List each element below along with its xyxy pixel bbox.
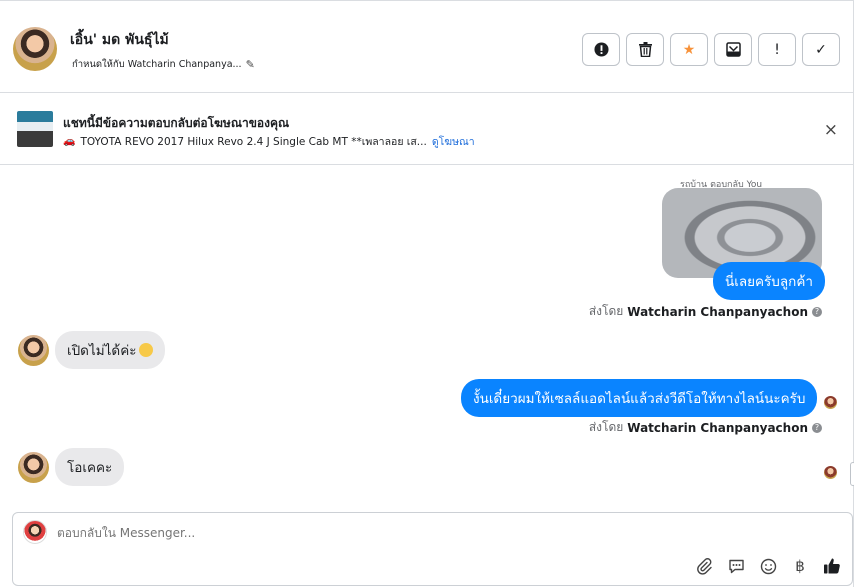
sent-by-label: ส่งโดย Watcharin Chanpanyachon ? xyxy=(589,418,822,437)
contact-avatar[interactable] xyxy=(13,27,57,71)
exclamation-icon: ! xyxy=(774,41,780,58)
sent-by-prefix: ส่งโดย xyxy=(588,304,624,318)
reply-composer: ฿ xyxy=(12,512,853,586)
view-ad-link[interactable]: ดูโฆษณา xyxy=(432,133,475,150)
composer-tools: ฿ xyxy=(694,556,842,576)
thumbs-up-icon[interactable] xyxy=(822,556,842,576)
seen-avatar xyxy=(824,396,837,409)
message-bubble-incoming[interactable]: โอเคคะ xyxy=(55,448,125,486)
check-icon: ✓ xyxy=(815,41,827,58)
alert-circle-icon xyxy=(593,42,609,57)
header-actions: ★ ! ✓ xyxy=(582,33,840,66)
ad-banner-title: แชทนี้มีข้อความตอบกลับต่อโฆษณาของคุณ xyxy=(63,116,290,130)
ad-description: TOYOTA REVO 2017 Hilux Revo 2.4 J Single… xyxy=(80,136,427,148)
message-bubble-outgoing[interactable]: นี่เลยครับลูกค้า xyxy=(713,262,825,300)
baht-icon[interactable]: ฿ xyxy=(790,556,810,576)
scrollbar-handle[interactable] xyxy=(850,462,854,486)
sent-by-label: ส่งโดย Watcharin Chanpanyachon ? xyxy=(589,302,822,321)
message-bubble-incoming[interactable]: เปิดไม่ได้ค่ะ xyxy=(55,331,166,369)
seen-avatar xyxy=(824,466,837,479)
sent-by-name: Watcharin Chanpanyachon xyxy=(627,420,808,435)
conversation-header: เอิ้น' มด พันธุ์ไม้ กำหนดให้กับ Watchari… xyxy=(0,0,854,93)
assigned-to[interactable]: กำหนดให้กับ Watcharin Chanpanya... ✎ xyxy=(72,57,255,72)
star-icon: ★ xyxy=(682,41,696,58)
help-icon[interactable]: ? xyxy=(812,422,822,433)
delete-button[interactable] xyxy=(626,33,664,66)
paperclip-icon[interactable] xyxy=(694,556,714,576)
smiley-icon[interactable] xyxy=(758,556,778,576)
message-bubble-outgoing[interactable]: งั้นเดี๋ยวผมให้เซลล์แอดไลน์แล้วส่งวีดีโอ… xyxy=(461,379,818,417)
car-icon: 🚗 xyxy=(63,136,76,147)
archive-button[interactable] xyxy=(714,33,752,66)
ad-banner-subtitle: 🚗 TOYOTA REVO 2017 Hilux Revo 2.4 J Sing… xyxy=(63,133,475,150)
grin-emoji-icon xyxy=(139,343,154,357)
contact-avatar-small xyxy=(18,335,49,366)
help-icon[interactable]: ? xyxy=(812,306,822,317)
assigned-to-label: กำหนดให้กับ Watcharin Chanpanya... xyxy=(72,59,242,70)
star-button[interactable]: ★ xyxy=(670,33,708,66)
message-text: เปิดไม่ได้ค่ะ xyxy=(67,343,137,359)
mark-done-button[interactable]: ✓ xyxy=(802,33,840,66)
pencil-icon[interactable]: ✎ xyxy=(246,58,255,71)
ad-thumbnail xyxy=(17,111,53,147)
ad-reply-banner: แชทนี้มีข้อความตอบกลับต่อโฆษณาของคุณ 🚗 T… xyxy=(0,93,854,165)
reply-input[interactable] xyxy=(57,526,657,540)
contact-avatar-small xyxy=(18,452,49,483)
sent-by-prefix: ส่งโดย xyxy=(588,420,624,434)
sent-by-name: Watcharin Chanpanyachon xyxy=(627,304,808,319)
mark-spam-button[interactable] xyxy=(582,33,620,66)
chat-bubble-icon[interactable] xyxy=(726,556,746,576)
message-thread[interactable]: รถบ้าน ตอบกลับ You นี่เลยครับลูกค้า ส่งโ… xyxy=(0,165,854,510)
contact-name: เอิ้น' มด พันธุ์ไม้ xyxy=(70,32,169,48)
trash-icon xyxy=(638,42,652,57)
page-avatar xyxy=(23,520,47,544)
archive-icon xyxy=(725,42,741,57)
follow-up-button[interactable]: ! xyxy=(758,33,796,66)
close-icon[interactable]: × xyxy=(824,120,838,140)
